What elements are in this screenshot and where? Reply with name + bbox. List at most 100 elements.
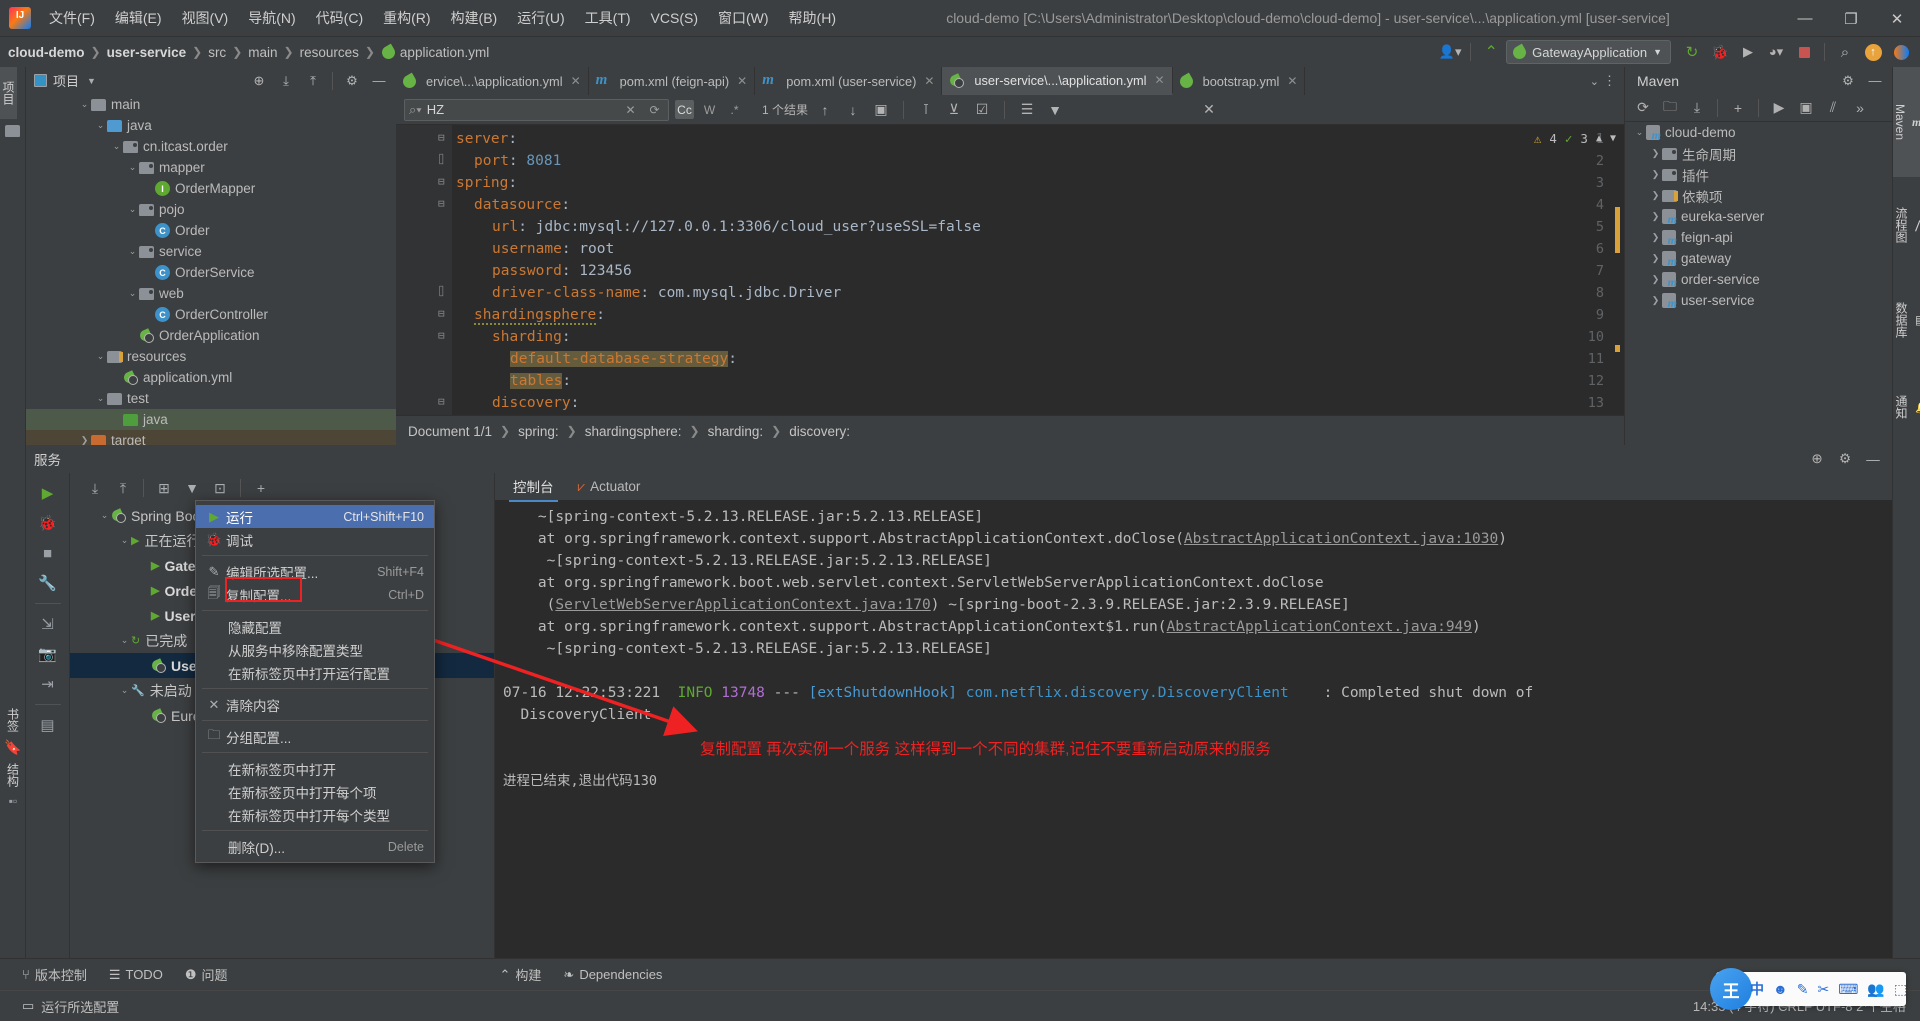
stacktrace-link[interactable]: ServletWebServerApplicationContext.java:… [555,597,930,613]
tool-window-structure[interactable]: 结构 [5,763,22,787]
menu-code[interactable]: 代码(C) [306,4,373,32]
status-version-control[interactable]: ⑂ 版本控制 [22,965,87,984]
code-line[interactable]: discovery: [456,395,579,411]
open-in-tab-icon[interactable]: ⊡ [207,476,233,500]
clear-find-icon[interactable]: ✕ [621,100,640,119]
run-configuration-selector[interactable]: GatewayApplication ▼ [1506,40,1671,64]
editor-tab[interactable]: user-service\...\application.yml ✕ [942,67,1173,95]
tree-spacer[interactable] [138,709,151,722]
editor-scrollbar-marker[interactable] [1615,345,1620,352]
find-input-wrapper[interactable]: ⌕▾ HZ ✕ ⟳ [404,98,669,121]
tool-window-bookmarks[interactable]: 书签 [5,708,22,732]
profile-button[interactable]: ◕▾ [1763,40,1789,64]
maven-tree-item[interactable]: ❯ 依赖项 [1625,185,1892,206]
build-hammer-icon[interactable]: ⌃ [1478,40,1504,64]
close-tab-icon[interactable]: ✕ [1287,74,1297,88]
context-menu-item[interactable]: 🐞 调试 [196,528,434,551]
close-find-icon[interactable]: ✕ [1198,99,1220,121]
window-controls[interactable]: — ❐ ✕ [1782,0,1920,37]
remove-line-icon[interactable]: ⊻ [943,99,965,121]
breadcrumb-resources[interactable]: resources [300,45,359,60]
scroll-from-source-icon[interactable]: ⊕ [246,69,272,93]
menu-bar[interactable]: 文件(F) 编辑(E) 视图(V) 导航(N) 代码(C) 重构(R) 构建(B… [39,4,846,32]
stop-icon[interactable]: ■ [33,539,63,567]
context-menu-item[interactable]: ✎ 编辑所选配置... Shift+F4 [196,560,434,583]
chevron-down-icon[interactable]: ⌄ [118,534,131,547]
menu-window[interactable]: 窗口(W) [708,4,779,32]
context-menu-item[interactable]: 在新标签页中打开运行配置 [196,661,434,684]
editor-breadcrumb-item[interactable]: sharding: [708,424,764,439]
breadcrumb-module[interactable]: user-service [107,45,187,60]
context-menu-item[interactable]: 🗐 复制配置... Ctrl+D [196,583,434,606]
collapse-all-icon[interactable]: ⤒ [300,69,326,93]
chevron-right-icon[interactable]: ❯ [1649,210,1662,223]
editor-breadcrumb-item[interactable]: Document 1/1 [408,424,492,439]
chevron-right-icon[interactable]: ❯ [1649,273,1662,286]
project-tree-item[interactable]: ⌄ pojo [26,199,396,220]
tool-window-project[interactable]: 项目 [0,67,17,119]
find-input-value[interactable]: HZ [427,102,616,117]
download-sources-icon[interactable]: ⤓ [1685,97,1709,119]
project-tree-item[interactable]: ⌄ mapper [26,157,396,178]
menu-build[interactable]: 构建(B) [441,4,508,32]
more-options-icon[interactable]: » [1848,97,1872,119]
run-button[interactable]: ↻ [1679,40,1705,64]
settings-wrench-icon[interactable]: 🔧 [33,569,63,597]
code-folding-icon[interactable]: ⊟ [438,197,445,210]
chevron-right-icon[interactable]: ❯ [1649,231,1662,244]
add-maven-project-icon[interactable]: + [1726,97,1750,119]
context-menu-item[interactable]: 在新标签页中打开每个类型 [196,803,434,826]
code-line[interactable]: default-database-strategy: [456,351,737,367]
chevron-right-icon[interactable]: ❯ [1649,294,1662,307]
menu-refactor[interactable]: 重构(R) [373,4,440,32]
context-menu-item[interactable]: 从服务中移除配置类型 [196,638,434,661]
project-tree-item[interactable]: C Order [26,220,396,241]
project-tree-item[interactable]: ⌄ test [26,388,396,409]
project-tree-item[interactable]: C OrderService [26,262,396,283]
chevron-down-icon[interactable]: ⌄ [118,684,131,697]
filter-icon[interactable]: ▼ [179,476,205,500]
console-tab[interactable]: ⩗ Actuator [574,475,645,499]
code-folding-icon[interactable]: ⌷ [438,285,445,298]
attach-icon[interactable]: ⇥ [33,670,63,698]
select-all-occurrences-icon[interactable]: ▣ [870,99,892,121]
rerun-icon[interactable]: ▶ [33,479,63,507]
tab-options-icon[interactable]: ⋮ [1603,73,1616,89]
editor-tab[interactable]: m pom.xml (user-service) ✕ [755,67,943,95]
editor-breadcrumb-bar[interactable]: Document 1/1 ❯ spring: ❯ shardingsphere: ❯ sha… [396,415,1624,446]
tree-spacer[interactable] [138,609,151,622]
scissors-icon[interactable]: ✂ [1817,981,1829,998]
expand-all-icon[interactable]: ⤓ [82,476,108,500]
close-tab-icon[interactable]: ✕ [737,74,747,88]
find-previous-icon[interactable]: ↑ [814,99,836,121]
editor-tab[interactable]: m pom.xml (feign-api) ✕ [589,67,756,95]
editor-gutter[interactable] [396,125,452,415]
find-history-icon[interactable]: ⟳ [645,100,664,119]
code-line[interactable]: username: root [456,241,614,257]
generate-sources-icon[interactable]: 🗀 [1658,97,1682,119]
ime-logo-icon[interactable]: 王 [1710,968,1752,1010]
layout-icon[interactable]: ▤ [33,711,63,739]
breadcrumb-project[interactable]: cloud-demo [8,45,85,60]
editor-breadcrumb-item[interactable]: spring: [518,424,559,439]
breadcrumb-file[interactable]: application.yml [400,45,489,60]
breadcrumb-main[interactable]: main [248,45,277,60]
structure-tab-icon[interactable] [0,119,25,137]
maven-tree-item[interactable]: ❯ 插件 [1625,164,1892,185]
sort-icon[interactable]: ☰ [1016,99,1038,121]
close-tab-icon[interactable]: ✕ [571,74,581,88]
maven-tree-item[interactable]: ⌄ cloud-demo [1625,122,1892,143]
run-maven-goal-icon[interactable]: ▶ [1767,97,1791,119]
project-tree-item[interactable]: ⌄ cn.itcast.order [26,136,396,157]
tree-spacer[interactable] [138,659,151,672]
tab-list-chevron-icon[interactable]: ⌄ [1590,75,1599,88]
search-icon[interactable]: ⌕ [1832,40,1858,64]
add-line-icon[interactable]: ⊺ [915,99,937,121]
maven-tree-item[interactable]: ❯ eureka-server [1625,206,1892,227]
add-service-icon[interactable]: + [248,476,274,500]
chevron-right-icon[interactable]: ❯ [1649,252,1662,265]
debug-icon[interactable]: 🐞 [33,509,63,537]
find-next-icon[interactable]: ↓ [842,99,864,121]
code-folding-icon[interactable]: ⌷ [438,153,445,166]
code-line[interactable]: driver-class-name: com.mysql.jdbc.Driver [456,285,841,301]
